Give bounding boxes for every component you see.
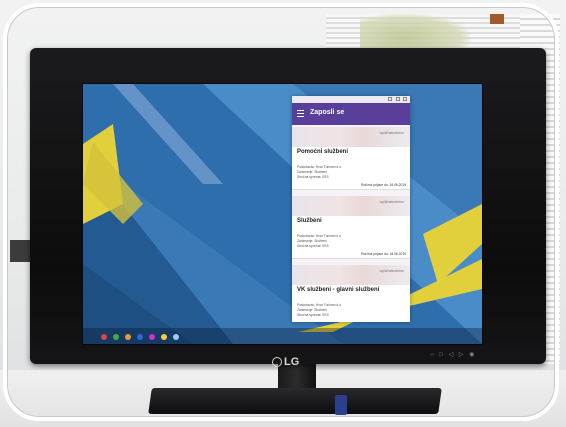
window-bracket	[490, 14, 504, 24]
photo: Zaposli se ispiti/nekretnine Pomoćni slu…	[0, 0, 566, 427]
lg-logo-text: LG	[284, 356, 300, 368]
card-occupation: Zanimanje: Službeni	[297, 308, 327, 312]
lg-logo: LG	[272, 355, 300, 369]
taskbar-app-icon[interactable]	[125, 334, 131, 340]
card-education: Stručna sprema: SSS	[297, 175, 329, 179]
minimize-icon[interactable]	[388, 97, 392, 101]
card-image	[292, 196, 410, 216]
taskbar-app-icon[interactable]	[101, 334, 107, 340]
close-icon[interactable]	[403, 97, 407, 101]
tv-screen: Zaposli se ispiti/nekretnine Pomoćni slu…	[82, 83, 483, 345]
taskbar-app-icon[interactable]	[137, 334, 143, 340]
cable-connector	[335, 395, 347, 415]
card-deadline: Rok/rok prijave do: 16.06.2019	[361, 183, 406, 187]
card-tag: ispiti/nekretnine	[379, 200, 404, 204]
job-card[interactable]: ispiti/nekretnine VK službeni - glavni s…	[292, 265, 410, 322]
taskbar-app-icon[interactable]	[149, 334, 155, 340]
wallpaper	[83, 84, 482, 344]
card-image	[292, 127, 410, 147]
card-employer: Poslodavac: Hvar Turizam d.o.	[297, 303, 342, 307]
card-title: Pomoćni službeni	[297, 149, 349, 155]
job-card[interactable]: ispiti/nekretnine Službeni Poslodavac: H…	[292, 196, 410, 259]
taskbar-app-icon[interactable]	[113, 334, 119, 340]
card-tag: ispiti/nekretnine	[379, 131, 404, 135]
card-employer: Poslodavac: Hvar Turizam d.o.	[297, 165, 342, 169]
app-window[interactable]: Zaposli se ispiti/nekretnine Pomoćni slu…	[292, 96, 410, 322]
card-title: VK službeni - glavni službeni	[297, 287, 380, 293]
card-education: Stručna sprema: SSS	[297, 313, 329, 317]
card-education: Stručna sprema: SSS	[297, 244, 329, 248]
tv-stand-base	[148, 388, 442, 414]
card-occupation: Zanimanje: Službeni	[297, 170, 327, 174]
job-card[interactable]: ispiti/nekretnine Pomoćni službeni Poslo…	[292, 127, 410, 190]
menu-icon[interactable]	[297, 110, 304, 117]
maximize-icon[interactable]	[396, 97, 400, 101]
lg-logo-circle	[272, 357, 282, 367]
card-image	[292, 265, 410, 285]
taskbar-app-icon[interactable]	[173, 334, 179, 340]
card-employer: Poslodavac: Hvar Turizam d.o.	[297, 234, 342, 238]
window-chrome	[292, 96, 410, 103]
taskbar-app-icon[interactable]	[161, 334, 167, 340]
card-occupation: Zanimanje: Službeni	[297, 239, 327, 243]
card-title: Službeni	[297, 218, 322, 224]
card-tag: ispiti/nekretnine	[379, 269, 404, 273]
card-deadline: Rok/rok prijave do: 16.06.2019	[361, 252, 406, 256]
app-title: Zaposli se	[310, 109, 345, 116]
app-bar: Zaposli se	[292, 103, 410, 125]
tv-control-buttons: ○ □ ◁ ▷ ◉	[430, 352, 477, 358]
taskbar	[83, 328, 482, 344]
